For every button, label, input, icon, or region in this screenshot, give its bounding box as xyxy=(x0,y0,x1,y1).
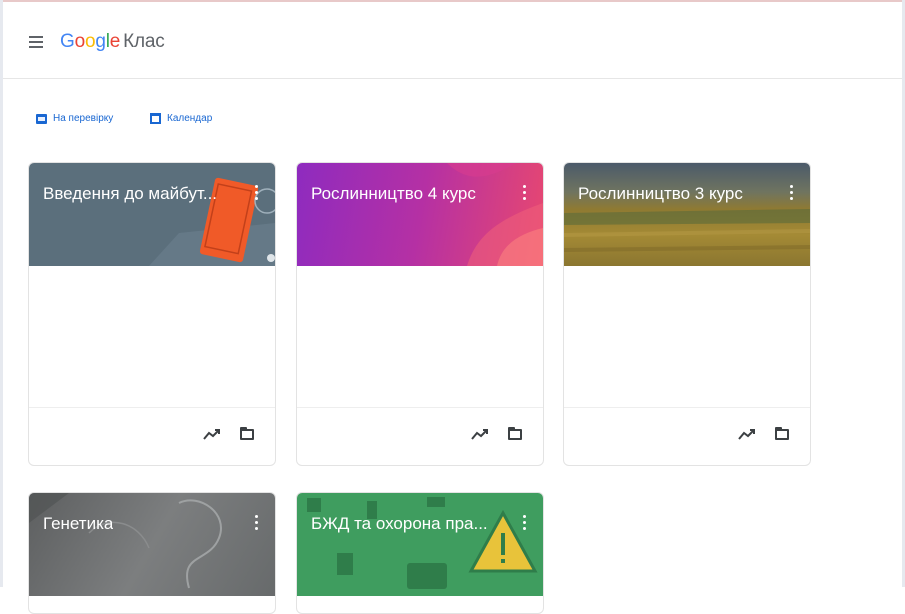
logo-letter: o xyxy=(84,31,96,52)
to-review-link[interactable]: На перевірку xyxy=(36,113,113,124)
todo-icon xyxy=(36,113,47,124)
class-card[interactable]: БЖД та охорона пра... xyxy=(296,492,544,614)
book-illustration xyxy=(149,177,275,266)
class-card[interactable]: Генетика xyxy=(28,492,276,614)
class-card[interactable]: Рослинництво 3 курс xyxy=(563,162,811,466)
class-title[interactable]: БЖД та охорона пра... xyxy=(311,514,488,534)
card-divider xyxy=(29,407,275,408)
class-card-banner[interactable]: Рослинництво 4 курс xyxy=(297,163,543,266)
field-landscape xyxy=(564,209,810,252)
product-name: Клас xyxy=(123,31,165,52)
window-left-border xyxy=(0,0,3,587)
folder-icon[interactable] xyxy=(508,427,522,440)
app-logo[interactable]: Google Клас xyxy=(60,31,165,53)
card-divider xyxy=(297,407,543,408)
class-card-banner[interactable]: Введення до майбут... xyxy=(29,163,275,266)
folder-icon[interactable] xyxy=(240,427,254,440)
logo-letter: g xyxy=(95,31,106,52)
trending-up-icon[interactable] xyxy=(203,428,221,440)
trending-up-icon[interactable] xyxy=(738,428,756,440)
calendar-icon xyxy=(150,113,161,124)
grey-sketch xyxy=(29,493,222,589)
pink-petals xyxy=(447,163,543,266)
class-card-banner[interactable]: БЖД та охорона пра... xyxy=(297,493,543,596)
card-divider xyxy=(564,407,810,408)
class-title[interactable]: Рослинництво 4 курс xyxy=(311,184,476,204)
class-title[interactable]: Введення до майбут... xyxy=(43,184,217,204)
more-vert-icon[interactable] xyxy=(254,185,258,201)
safety-icons xyxy=(307,497,538,589)
logo-letter: o xyxy=(74,31,86,52)
calendar-link[interactable]: Календар xyxy=(150,113,212,124)
class-title[interactable]: Генетика xyxy=(43,514,113,534)
calendar-label: Календар xyxy=(167,113,213,124)
to-review-label: На перевірку xyxy=(53,113,114,124)
more-vert-icon[interactable] xyxy=(522,515,526,531)
more-vert-icon[interactable] xyxy=(789,185,793,201)
logo-letter: e xyxy=(109,31,121,52)
class-title[interactable]: Рослинництво 3 курс xyxy=(578,184,743,204)
trending-up-icon[interactable] xyxy=(471,428,489,440)
hamburger-menu-icon[interactable] xyxy=(29,36,45,48)
folder-icon[interactable] xyxy=(775,427,789,440)
more-vert-icon[interactable] xyxy=(254,515,258,531)
class-card-banner[interactable]: Генетика xyxy=(29,493,275,596)
logo-letter: G xyxy=(60,31,75,52)
class-card-banner[interactable]: Рослинництво 3 курс xyxy=(564,163,810,266)
app-header: Google Клас xyxy=(3,2,902,79)
class-card[interactable]: Введення до майбут... xyxy=(28,162,276,466)
more-vert-icon[interactable] xyxy=(522,185,526,201)
class-card[interactable]: Рослинництво 4 курс xyxy=(296,162,544,466)
